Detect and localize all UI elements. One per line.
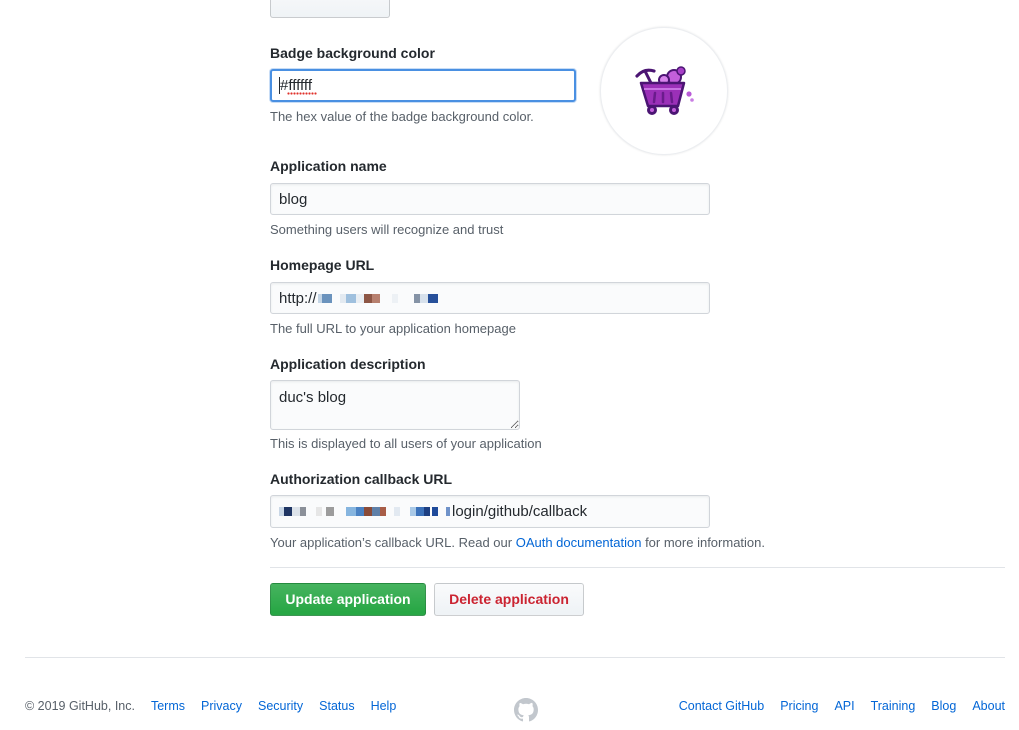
github-logo-link[interactable] xyxy=(514,698,538,722)
footer-link-about[interactable]: About xyxy=(972,698,1005,714)
redaction-pixel xyxy=(345,293,356,303)
redaction-pixel xyxy=(321,293,332,303)
redaction-pixel xyxy=(292,507,300,516)
cart-wheel-hub xyxy=(650,108,654,112)
footer-link-privacy[interactable]: Privacy xyxy=(201,698,242,714)
badge-color-input[interactable]: #ffffff xyxy=(270,69,576,102)
callback-help-text: Your application’s callback URL. Read ou… xyxy=(270,535,516,550)
octocat-shape xyxy=(514,698,538,722)
footer-link-training[interactable]: Training xyxy=(871,698,916,714)
redaction-pixel xyxy=(380,507,386,516)
badge-preview xyxy=(600,27,728,155)
badge-color-help: The hex value of the badge background co… xyxy=(270,109,534,124)
oauth-documentation-link[interactable]: OAuth documentation xyxy=(516,535,642,550)
redaction-pixel xyxy=(394,507,400,516)
homepage-url-help: The full URL to your application homepag… xyxy=(270,321,516,336)
badge-color-label: Badge background color xyxy=(270,45,435,61)
redaction-pixel xyxy=(346,507,356,516)
redaction-pixel xyxy=(416,507,424,516)
footer-link-status[interactable]: Status xyxy=(319,698,354,714)
application-description-help: This is displayed to all users of your a… xyxy=(270,436,542,451)
redaction-pixel xyxy=(419,293,428,303)
redaction-pixel xyxy=(424,507,430,516)
redaction-pixel xyxy=(316,507,322,516)
callback-url-value: login/github/callback xyxy=(452,503,588,520)
footer-right: Contact GitHub Pricing API Training Blog… xyxy=(679,698,1005,714)
redaction-pixel xyxy=(284,507,292,516)
application-name-help: Something users will recognize and trust xyxy=(270,222,504,237)
cart-wheel-hub xyxy=(672,108,676,112)
footer-left: © 2019 GitHub, Inc. Terms Privacy Securi… xyxy=(25,698,396,714)
redaction-pixel xyxy=(372,507,380,516)
sparkle xyxy=(686,91,692,97)
footer-link-security[interactable]: Security xyxy=(258,698,303,714)
redaction-pixel xyxy=(363,293,372,303)
redaction-pixel xyxy=(432,507,438,516)
redaction-pixel xyxy=(371,293,380,303)
callback-url-help: Your application’s callback URL. Read ou… xyxy=(270,534,765,551)
footer-link-terms[interactable]: Terms xyxy=(151,698,185,714)
pickaxe-shaft xyxy=(643,69,653,85)
footer-link-api[interactable]: API xyxy=(834,698,854,714)
partial-button[interactable] xyxy=(270,0,390,18)
footer-divider xyxy=(25,657,1005,658)
application-name-value: blog xyxy=(279,190,308,208)
homepage-url-value: http:// xyxy=(279,289,317,307)
callback-url-label: Authorization callback URL xyxy=(270,471,453,487)
copyright: © 2019 GitHub, Inc. xyxy=(25,699,135,713)
redaction-pixel xyxy=(446,507,450,516)
sparkle xyxy=(690,98,694,102)
octocat-icon xyxy=(514,698,538,722)
redaction-pixel xyxy=(300,507,306,516)
footer-link-blog[interactable]: Blog xyxy=(931,698,956,714)
application-description-textarea[interactable]: duc's blog xyxy=(270,380,520,430)
redaction-pixel xyxy=(326,507,334,516)
update-application-button[interactable]: Update application xyxy=(270,583,426,616)
spellcheck-underline xyxy=(287,92,317,95)
footer-link-contact[interactable]: Contact GitHub xyxy=(679,698,764,714)
callback-help-text-end: for more information. xyxy=(641,535,765,550)
redaction-pixel xyxy=(356,507,364,516)
delete-application-button[interactable]: Delete application xyxy=(434,583,584,616)
application-name-label: Application name xyxy=(270,158,387,174)
redaction-pixel xyxy=(391,293,398,303)
cargo-gem xyxy=(676,66,686,76)
redaction-pixel xyxy=(427,293,438,303)
homepage-url-input[interactable]: http:// xyxy=(270,282,710,314)
form-divider xyxy=(270,567,1005,568)
callback-url-input[interactable]: login/github/callback xyxy=(270,495,710,528)
redacted-url-part xyxy=(317,291,438,305)
footer-link-pricing[interactable]: Pricing xyxy=(780,698,818,714)
minecart-icon xyxy=(635,66,694,115)
redaction-pixel xyxy=(364,507,372,516)
application-name-input[interactable]: blog xyxy=(270,183,710,215)
redacted-url-part xyxy=(279,505,450,519)
homepage-url-label: Homepage URL xyxy=(270,257,375,273)
redaction-pixel xyxy=(355,293,364,303)
footer-link-help[interactable]: Help xyxy=(371,698,397,714)
application-description-label: Application description xyxy=(270,356,426,372)
